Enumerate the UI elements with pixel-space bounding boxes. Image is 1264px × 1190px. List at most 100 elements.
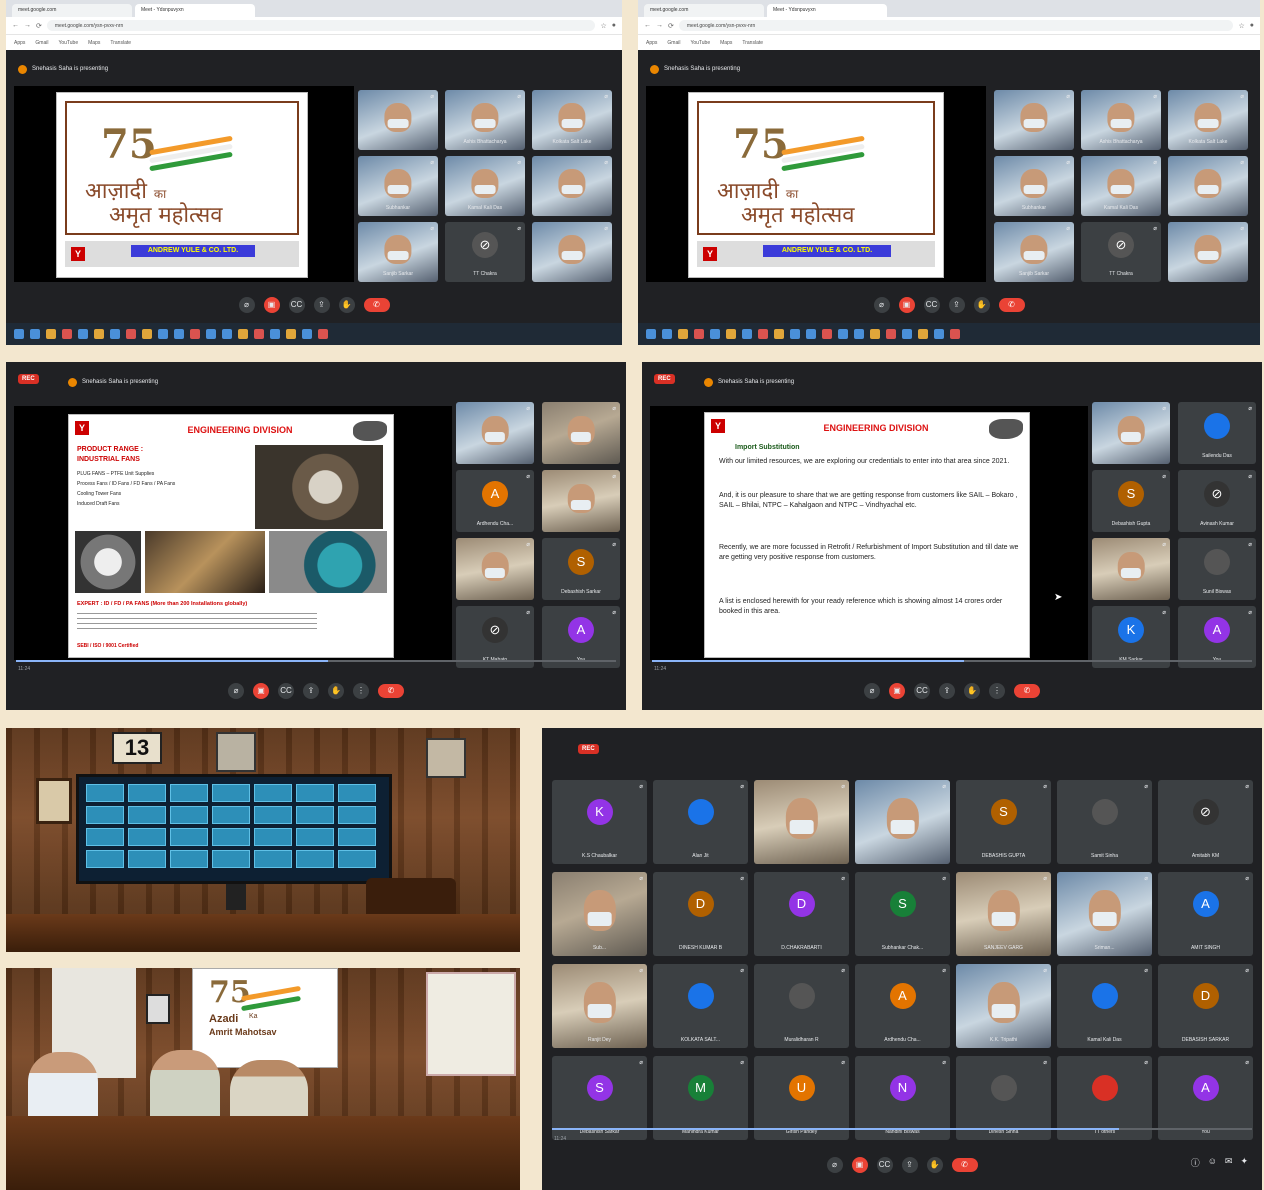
participant-tile[interactable]: ⌀ <box>456 538 534 600</box>
address-bar[interactable]: meet.google.com/ysn-pvxv-nrn <box>678 20 1234 31</box>
mic-off-icon[interactable]: ⌀ <box>826 1157 843 1173</box>
more-icon[interactable]: ⋮ <box>989 683 1005 699</box>
participant-tile[interactable]: D ⌀ D.CHAKRABARTI <box>754 872 849 956</box>
taskbar-icon[interactable] <box>62 329 72 339</box>
info-icon[interactable]: ⓘ <box>1191 1156 1200 1169</box>
bookmark-apps[interactable]: Apps <box>646 40 657 46</box>
camera-icon[interactable]: ▣ <box>263 297 280 313</box>
taskbar-icon[interactable] <box>854 329 864 339</box>
taskbar-icon[interactable] <box>902 329 912 339</box>
captions-icon[interactable]: CC <box>876 1157 893 1173</box>
taskbar-icon[interactable] <box>94 329 104 339</box>
people-icon[interactable]: ☺ <box>1208 1156 1217 1169</box>
taskbar-icon[interactable] <box>934 329 944 339</box>
mic-off-icon[interactable]: ⌀ <box>864 683 880 699</box>
taskbar-icon[interactable] <box>286 329 296 339</box>
participant-tile[interactable]: D ⌀ DINESH KUMAR B <box>653 872 748 956</box>
bookmark-gmail[interactable]: Gmail <box>35 40 48 46</box>
captions-icon[interactable]: CC <box>914 683 930 699</box>
participant-tile[interactable]: ⌀ Sunil Biswas <box>1178 538 1256 600</box>
mic-off-icon[interactable]: ⌀ <box>238 297 255 313</box>
taskbar-icon[interactable] <box>270 329 280 339</box>
participant-tile[interactable]: ⌀ <box>358 90 438 150</box>
chat-icon[interactable]: ✉ <box>1225 1156 1233 1169</box>
participant-tile[interactable]: K⌀KM Sarkar <box>1092 606 1170 668</box>
participant-tile[interactable]: S ⌀ Subhankar Chak... <box>855 872 950 956</box>
participant-tile[interactable]: ⌀ Kolkata Salt Lake <box>532 90 612 150</box>
taskbar-icon[interactable] <box>662 329 672 339</box>
forward-icon[interactable]: → <box>24 22 31 29</box>
taskbar-icon[interactable] <box>742 329 752 339</box>
present-icon[interactable]: ⇪ <box>303 683 319 699</box>
participant-tile[interactable]: S ⌀ Debashish Gupta <box>1092 470 1170 532</box>
camera-icon[interactable]: ▣ <box>898 297 915 313</box>
participant-tile[interactable]: ⌀ Sub... <box>552 872 647 956</box>
taskbar-icon[interactable] <box>190 329 200 339</box>
participant-tile[interactable]: S ⌀ Debashish Sarkar <box>542 538 620 600</box>
captions-icon[interactable]: CC <box>923 297 940 313</box>
participant-tile[interactable]: ⊘ ⌀ TT Chakra <box>1081 222 1161 282</box>
bookmark-maps[interactable]: Maps <box>88 40 100 46</box>
participant-tile[interactable]: ⌀ Kamal Kali Das <box>1057 964 1152 1048</box>
reload-icon[interactable]: ⟳ <box>36 22 42 30</box>
bookmark-youtube[interactable]: YouTube <box>690 40 710 46</box>
participant-tile[interactable]: ⌀ <box>1168 222 1248 282</box>
activities-icon[interactable]: ✦ <box>1240 1156 1248 1169</box>
browser-tab-2[interactable]: Meet - Ydsnpuvyxn <box>767 4 887 17</box>
participant-tile[interactable]: D ⌀ DEBASISH SARKAR <box>1158 964 1253 1048</box>
taskbar-icon[interactable] <box>758 329 768 339</box>
participant-tile[interactable]: ⌀ K.K. Tripathi <box>956 964 1051 1048</box>
present-icon[interactable]: ⇪ <box>901 1157 918 1173</box>
raise-hand-icon[interactable]: ✋ <box>973 297 990 313</box>
taskbar-icon[interactable] <box>302 329 312 339</box>
taskbar-icon[interactable] <box>238 329 248 339</box>
bookmark-translate[interactable]: Translate <box>742 40 763 46</box>
participant-tile[interactable]: ⌀ Sriman... <box>1057 872 1152 956</box>
participant-tile[interactable]: ⌀ Muralidharan R <box>754 964 849 1048</box>
participant-tile[interactable]: ⌀ Kamal Kali Das <box>1081 156 1161 216</box>
taskbar-icon[interactable] <box>710 329 720 339</box>
captions-icon[interactable]: CC <box>288 297 305 313</box>
taskbar-icon[interactable] <box>78 329 88 339</box>
participant-tile[interactable]: ⌀ <box>532 156 612 216</box>
participant-tile[interactable]: A⌀You <box>1178 606 1256 668</box>
hangup-icon[interactable]: ✆ <box>998 298 1025 312</box>
taskbar-icon[interactable] <box>254 329 264 339</box>
participant-tile[interactable]: ⌀ KOLKATA SALT... <box>653 964 748 1048</box>
taskbar-icon[interactable] <box>30 329 40 339</box>
taskbar-icon[interactable] <box>918 329 928 339</box>
participant-tile[interactable]: ⌀ Ashis Bhattacharya <box>1081 90 1161 150</box>
participant-tile[interactable]: K ⌀ K.S Chaubalkar <box>552 780 647 864</box>
participant-tile[interactable]: ⌀ <box>994 90 1074 150</box>
participant-tile[interactable]: ⌀ <box>1168 156 1248 216</box>
present-icon[interactable]: ⇪ <box>939 683 955 699</box>
address-bar[interactable]: meet.google.com/ysn-pvxv-nrn <box>46 20 596 31</box>
taskbar-icon[interactable] <box>174 329 184 339</box>
participant-tile[interactable]: ⌀ Kolkata Salt Lake <box>1168 90 1248 150</box>
taskbar-icon[interactable] <box>46 329 56 339</box>
participant-tile[interactable]: ⌀ Samit Sinha <box>1057 780 1152 864</box>
bookmark-maps[interactable]: Maps <box>720 40 732 46</box>
participant-tile[interactable]: S ⌀ DEBASHIS GUPTA <box>956 780 1051 864</box>
participant-tile[interactable]: ⌀ Ashis Bhattacharya <box>445 90 525 150</box>
taskbar-icon[interactable] <box>806 329 816 339</box>
profile-icon[interactable]: ● <box>612 22 616 29</box>
hangup-icon[interactable]: ✆ <box>378 684 404 698</box>
camera-icon[interactable]: ▣ <box>889 683 905 699</box>
taskbar-icon[interactable] <box>694 329 704 339</box>
more-icon[interactable]: ⋮ <box>353 683 369 699</box>
taskbar-icon[interactable] <box>222 329 232 339</box>
participant-tile[interactable]: ⌀ Sanjib Sarkar <box>994 222 1074 282</box>
participant-tile[interactable]: A ⌀ AMIT SINGH <box>1158 872 1253 956</box>
participant-tile[interactable]: ⌀ Sanjib Sarkar <box>358 222 438 282</box>
taskbar-icon[interactable] <box>838 329 848 339</box>
participant-tile[interactable]: ⌀ <box>542 470 620 532</box>
participant-tile[interactable]: ⌀ Ranjit Dey <box>552 964 647 1048</box>
mic-off-icon[interactable]: ⌀ <box>873 297 890 313</box>
hangup-icon[interactable]: ✆ <box>363 298 390 312</box>
participant-tile[interactable]: A⌀You <box>542 606 620 668</box>
present-icon[interactable]: ⇪ <box>313 297 330 313</box>
taskbar-icon[interactable] <box>110 329 120 339</box>
taskbar-icon[interactable] <box>726 329 736 339</box>
participant-tile[interactable]: ⌀ <box>1092 538 1170 600</box>
